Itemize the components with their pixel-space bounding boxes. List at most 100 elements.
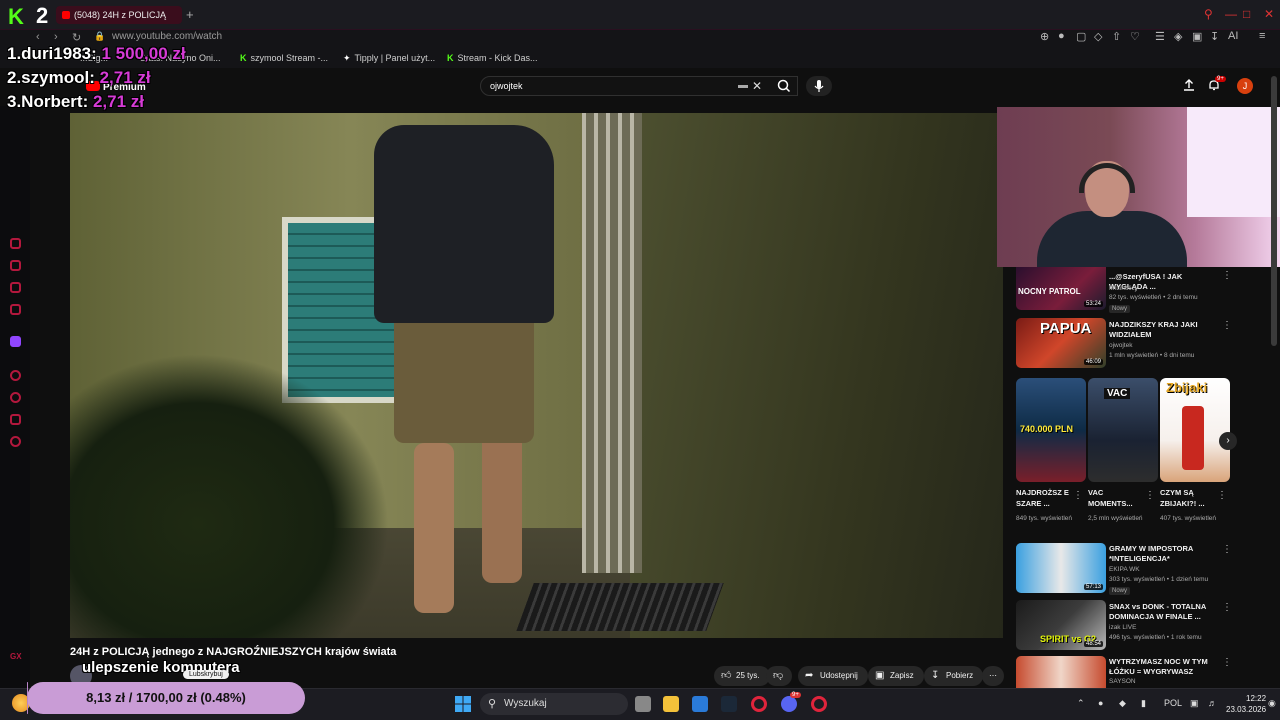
instagram-icon[interactable] [10,304,21,315]
subscribe-button[interactable]: Lubskrybuj [183,670,229,679]
taskbar-search[interactable]: ⚲ Wyszukaj [480,693,628,715]
recommendation-menu-icon[interactable]: ⋮ [1222,602,1232,613]
create-button[interactable] [1182,78,1196,97]
task-view-icon[interactable] [635,696,651,712]
bookmark-item[interactable]: K Stream - Kick Das... [447,53,538,63]
voice-search-button[interactable] [806,76,832,96]
menu-icon[interactable]: ≡ [1259,30,1265,42]
messenger-icon[interactable] [10,282,21,293]
back-icon[interactable]: ‹ [36,31,40,43]
recommendation-thumbnail[interactable]: PAPUA 46:09 [1016,318,1106,368]
recommendation-channel[interactable]: SAYSON [1109,678,1136,685]
clock-icon[interactable] [10,392,21,403]
close-button[interactable]: ✕ [1264,7,1274,21]
zoom-icon[interactable]: ⊕ [1040,30,1049,43]
heart-icon[interactable]: ♡ [1130,30,1140,43]
extensions-icon[interactable]: ◈ [1174,30,1182,43]
keyboard-icon[interactable]: ▬ [738,80,748,91]
file-explorer-icon[interactable] [663,696,679,712]
kick-logo-icon[interactable]: K [8,4,24,30]
clear-search-icon[interactable]: ✕ [752,79,762,93]
share-button[interactable]: ➦ Udostępnij [798,666,868,686]
network-icon[interactable]: ▣ [1190,698,1199,709]
volume-icon[interactable]: ♬ [1208,698,1217,708]
recommendation-channel[interactable]: EKIPA WK [1109,566,1140,573]
search-icon[interactable]: ⚲ [1204,7,1213,21]
steam-icon[interactable] [721,696,737,712]
recommendation-channel[interactable]: izak LIVE [1109,624,1136,631]
gx-icon[interactable]: GX [10,652,22,663]
screenshot-icon[interactable]: ▢ [1076,30,1086,43]
search-button[interactable] [770,76,798,96]
download-icon[interactable]: ↧ [1210,30,1219,43]
short-menu-icon[interactable]: ⋮ [1217,490,1227,501]
minimize-button[interactable]: — [1225,7,1237,21]
like-button[interactable]: 👍︎ 25 tys. [714,666,770,686]
short-menu-icon[interactable]: ⋮ [1073,490,1083,501]
maximize-button[interactable]: □ [1243,7,1250,21]
dislike-button[interactable]: 👎︎ [766,666,792,686]
short-menu-icon[interactable]: ⋮ [1145,490,1155,501]
discord-icon[interactable] [781,696,797,712]
bag-icon[interactable] [10,260,21,271]
vpn-icon[interactable]: ◇ [1094,30,1102,43]
short-thumbnail[interactable]: 740.000 PLN [1016,378,1086,482]
wallet-icon[interactable]: ▣ [1192,30,1202,43]
history-icon[interactable] [10,238,21,249]
language-indicator[interactable]: POL [1164,698,1182,708]
recommendation-menu-icon[interactable]: ⋮ [1222,320,1232,331]
opera-gx-icon[interactable] [811,696,827,712]
short-thumbnail[interactable]: Zbijaki [1160,378,1230,482]
ai-button[interactable]: AI [1228,30,1238,42]
recommendation-channel[interactable]: ojwojtek [1109,342,1132,349]
edge-icon[interactable]: ● [1098,698,1103,708]
bookmark-item[interactable]: Kszymool Stream -... [240,53,328,63]
store-icon[interactable] [692,696,708,712]
chevron-up-icon[interactable]: ⌃ [1077,698,1085,709]
short-thumbnail[interactable]: VAC [1088,378,1158,482]
more-actions-button[interactable]: ⋯ [982,666,1004,686]
recommendation-menu-icon[interactable]: ⋮ [1222,270,1232,281]
recommendation-thumbnail[interactable] [1016,656,1106,688]
search-box[interactable] [480,76,798,96]
video-player[interactable] [70,113,1003,638]
avatar[interactable]: J [1237,78,1253,94]
recommendation-thumbnail[interactable]: 57:13 [1016,543,1106,593]
taskbar-clock[interactable]: 12:22 23.03.2026 [1226,693,1266,715]
short-title[interactable]: NAJDROŻSZ E SZARE ... [1016,487,1074,509]
save-button[interactable]: ▣ Zapisz [868,666,924,686]
bookmark-item[interactable]: ✦ Tipply | Panel użyt... [343,53,435,64]
browser-tab-active[interactable]: (5048) 24H z POLICJĄ [56,6,182,24]
player-icon[interactable] [10,370,21,381]
scrollbar[interactable] [1271,76,1277,346]
settings-icon[interactable] [10,436,21,447]
short-title[interactable]: VAC MOMENTS... [1088,487,1146,509]
download-button[interactable]: ↧ Pobierz [924,666,984,686]
shorts-next-button[interactable]: › [1219,432,1237,450]
recommendation-menu-icon[interactable]: ⋮ [1222,657,1232,668]
share-icon[interactable]: ⇧ [1112,30,1121,43]
opera-gx-icon[interactable] [751,696,767,712]
short-title[interactable]: CZYM SĄ ZBIJAKI?! ... [1160,487,1218,509]
recommendation-channel[interactable]: MILiholicy [1109,285,1138,292]
recommendation-thumbnail[interactable]: SPIRIT vs G2 48:54 [1016,600,1106,650]
microphone-icon[interactable]: ▮ [1141,698,1146,709]
url-field[interactable]: www.youtube.com/watch [112,31,222,42]
notifications-icon[interactable]: ◉ [1268,698,1276,709]
twitch-icon[interactable] [10,336,21,347]
pin-icon[interactable]: ● [1058,30,1065,42]
recommendation-menu-icon[interactable]: ⋮ [1222,544,1232,555]
chat-icon[interactable] [10,414,21,425]
recommendation-title[interactable]: WYTRZYMASZ NOC W TYM ŁÓŻKU = WYGRYWASZ [1109,657,1219,677]
sliders-icon[interactable]: ☰ [1155,30,1165,43]
search-input[interactable]: ojwojtek [490,81,523,91]
forward-icon[interactable]: › [54,31,58,43]
new-tab-button[interactable]: + [186,7,194,22]
reload-icon[interactable]: ↻ [72,31,81,44]
recommendation-thumbnail[interactable]: NOCNY PATROL 53:24 [1016,267,1106,310]
recommendation-title[interactable]: SNAX vs DONK - TOTALNA DOMINACJA W FINAL… [1109,602,1219,622]
game-icon[interactable]: ◆ [1119,698,1126,709]
recommendation-title[interactable]: GRAMY W IMPOSTORA *INTELIGENCJA* [1109,544,1219,564]
windows-start-icon[interactable] [455,696,471,712]
recommendation-title[interactable]: NAJDZIKSZY KRAJ JAKI WIDZIAŁEM [1109,320,1219,340]
